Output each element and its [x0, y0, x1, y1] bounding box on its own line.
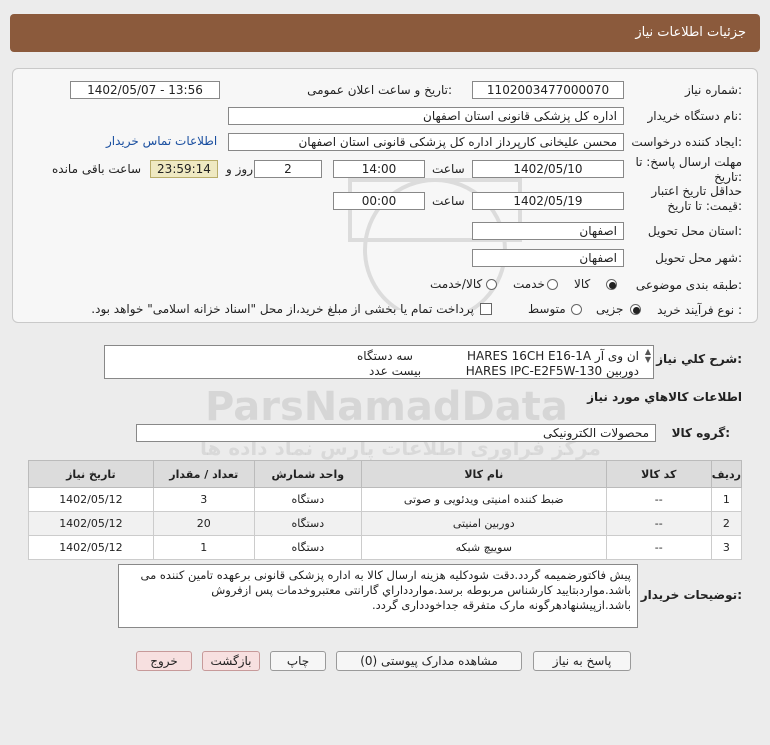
process-label: نوع فرآیند خرید : — [657, 303, 742, 317]
process-option-medium: متوسط — [528, 302, 566, 316]
col-code: کد کالا — [605, 460, 712, 488]
validity-label-line1: حداقل تاریخ اعتبار — [651, 184, 742, 198]
city-field: اصفهان — [472, 249, 624, 267]
back-button[interactable]: بازگشت — [202, 651, 260, 671]
view-attachments-button[interactable]: مشاهده مدارک پیوستی (0) — [336, 651, 522, 671]
creator-label: ایجاد کننده درخواست: — [631, 135, 742, 149]
reply-to-need-button[interactable]: پاسخ به نیاز — [533, 651, 631, 671]
process-radio-minor[interactable] — [630, 304, 641, 315]
need-summary-label: شرح کلي نیاز: — [656, 352, 742, 366]
cell-name: سوییچ شبکه — [360, 535, 607, 560]
category-label: طبقه بندی موضوعی: — [635, 278, 742, 292]
validity-date-field: 1402/05/19 — [472, 192, 624, 210]
col-name: نام کالا — [360, 460, 607, 488]
goods-table-header: ردیف کد کالا نام کالا واحد شمارش تعداد /… — [28, 460, 743, 488]
cell-unit: دستگاه — [253, 511, 362, 536]
col-row: ردیف — [710, 460, 743, 488]
page-header: جزئیات اطلاعات نیاز — [10, 14, 760, 52]
category-radio-service[interactable] — [547, 279, 558, 290]
cell-row: 3 — [710, 535, 743, 560]
treasury-payment-checkbox[interactable] — [480, 303, 492, 315]
summary-line1-item: ان وی آر HARES 16CH E16-1A — [466, 349, 639, 363]
buyer-notes-label: توضیحات خریدار: — [640, 588, 742, 602]
cell-qty: 3 — [152, 487, 255, 512]
remaining-time-label: ساعت باقی مانده — [52, 162, 142, 176]
cell-name: ضبط کننده امنیتی ویدئویی و صوتی — [360, 487, 607, 512]
goods-table-wrap: ردیف کد کالا نام کالا واحد شمارش تعداد /… — [28, 460, 743, 560]
goods-table: ردیف کد کالا نام کالا واحد شمارش تعداد /… — [28, 460, 743, 560]
category-radio-goods[interactable] — [606, 279, 617, 290]
deadline-time-field: 14:00 — [333, 160, 425, 178]
col-qty: تعداد / مقدار — [152, 460, 255, 488]
col-unit: واحد شمارش — [253, 460, 362, 488]
cell-code: -- — [605, 511, 712, 536]
exit-button[interactable]: خروج — [136, 651, 192, 671]
cell-qty: 20 — [152, 511, 255, 536]
col-date: تاریخ نیاز — [28, 460, 154, 488]
goods-section-title: اطلاعات کالاهاي مورد نیاز — [587, 390, 742, 404]
cell-qty: 1 — [152, 535, 255, 560]
cell-unit: دستگاه — [253, 487, 362, 512]
table-row: 2 -- دوربین امنیتی دستگاه 20 1402/05/12 — [28, 511, 743, 536]
buyer-notes-box: پیش فاکتورضمیمه گردد.دقت شودکلیه هزینه ا… — [118, 564, 638, 628]
need-number-field: 1102003477000070 — [472, 81, 624, 99]
category-radio-goods-service[interactable] — [486, 279, 497, 290]
validity-time-field: 00:00 — [333, 192, 425, 210]
days-label: روز و — [226, 162, 253, 176]
need-number-label: شماره نیاز: — [684, 83, 742, 97]
goods-group-label: گروه کالا: — [671, 426, 730, 440]
cell-date: 1402/05/12 — [28, 487, 154, 512]
city-label: شهر محل تحویل: — [655, 251, 742, 265]
cell-name: دوربین امنیتی — [360, 511, 607, 536]
cell-row: 1 — [710, 487, 743, 512]
cell-code: -- — [605, 535, 712, 560]
cell-date: 1402/05/12 — [28, 535, 154, 560]
treasury-payment-note: پرداخت تمام یا بخشی از مبلغ خرید،از محل … — [91, 302, 474, 316]
deadline-label-line2: تاریخ: — [714, 170, 742, 184]
buyer-org-label: نام دستگاه خریدار: — [647, 109, 743, 123]
category-option-goods-service: کالا/خدمت — [430, 277, 483, 291]
table-row: 3 -- سوییچ شبکه دستگاه 1 1402/05/12 — [28, 535, 743, 560]
buyer-contact-link[interactable]: اطلاعات تماس خریدار — [106, 134, 217, 148]
announce-datetime-field: 1402/05/07 - 13:56 — [70, 81, 220, 99]
summary-line2-item: دوربین HARES IPC-E2F5W-130 — [465, 364, 639, 378]
deadline-date-field: 1402/05/10 — [472, 160, 624, 178]
goods-group-field: محصولات الکترونیکی — [136, 424, 656, 442]
summary-scroll-icon[interactable]: ▲ ▼ — [645, 348, 651, 364]
creator-field: محسن علیخانی کارپرداز اداره کل پزشکی قان… — [228, 133, 624, 151]
validity-label: حداقل تاریخ اعتبار قیمت: تا تاریخ: — [651, 184, 742, 214]
category-option-goods: کالا — [574, 277, 591, 291]
remaining-days-field: 2 — [254, 160, 322, 178]
table-row: 1 -- ضبط کننده امنیتی ویدئویی و صوتی دست… — [28, 487, 743, 512]
province-field: اصفهان — [472, 222, 624, 240]
process-option-minor: جزیی — [596, 302, 624, 316]
cell-unit: دستگاه — [253, 535, 362, 560]
cell-date: 1402/05/12 — [28, 511, 154, 536]
need-summary-box: ان وی آر HARES 16CH E16-1A سه دستگاه دور… — [104, 345, 654, 379]
process-radio-medium[interactable] — [571, 304, 582, 315]
province-label: استان محل تحویل: — [647, 224, 742, 238]
summary-line2-qty: بیست عدد — [369, 364, 422, 378]
validity-time-label: ساعت — [432, 194, 465, 208]
print-button[interactable]: چاپ — [270, 651, 326, 671]
page-title: جزئیات اطلاعات نیاز — [635, 25, 746, 40]
validity-label-line2: قیمت: تا تاریخ: — [667, 199, 742, 213]
deadline-time-label: ساعت — [432, 162, 465, 176]
summary-line1-qty: سه دستگاه — [357, 349, 413, 363]
remaining-time-field: 23:59:14 — [150, 160, 218, 178]
announce-datetime-label: تاریخ و ساعت اعلان عمومی: — [307, 83, 452, 97]
cell-row: 2 — [710, 511, 743, 536]
deadline-label-line1: مهلت ارسال پاسخ: تا — [635, 155, 742, 169]
cell-code: -- — [605, 487, 712, 512]
buyer-org-field: اداره کل پزشکی قانونی استان اصفهان — [228, 107, 624, 125]
category-option-service: خدمت — [513, 277, 545, 291]
deadline-label: مهلت ارسال پاسخ: تا تاریخ: — [635, 155, 742, 185]
